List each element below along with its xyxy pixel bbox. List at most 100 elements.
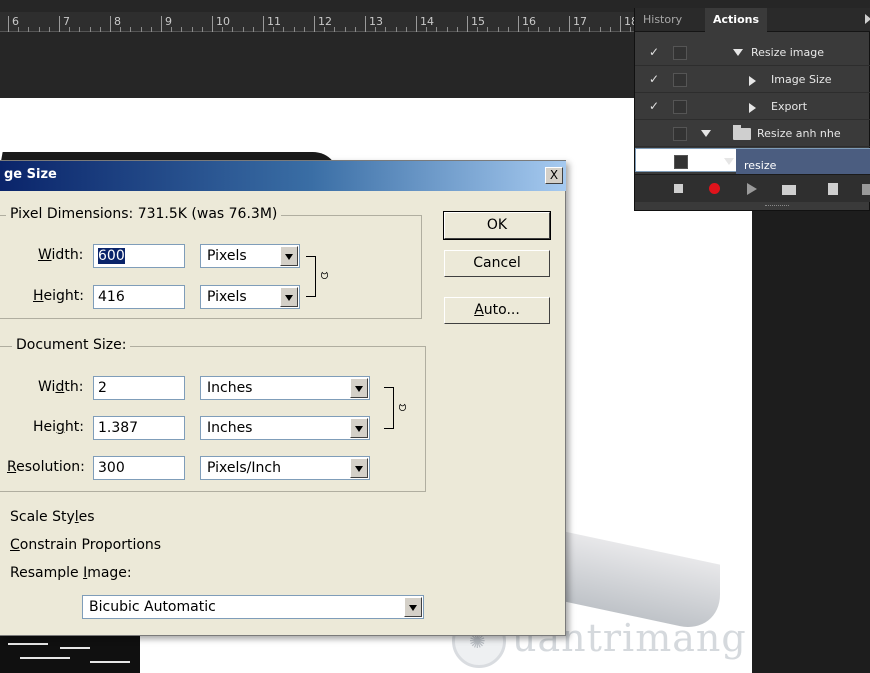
- dropdown-arrow-icon[interactable]: [280, 246, 298, 266]
- panel-tabs: History Actions: [635, 8, 870, 32]
- dialog-toggle-box[interactable]: [674, 155, 688, 169]
- expand-right-icon[interactable]: [749, 103, 756, 113]
- ruler-minor-tick: [507, 27, 509, 32]
- action-step-image-size[interactable]: ✓ Image Size: [635, 67, 870, 93]
- play-icon[interactable]: [743, 181, 759, 197]
- ruler-minor-tick: [334, 27, 336, 32]
- ruler-minor-tick: [69, 27, 71, 32]
- toggle-check-icon[interactable]: ✓: [649, 45, 661, 59]
- ruler-major-tick: [110, 16, 111, 32]
- pixel-dimensions-label: Pixel Dimensions: 731.5K (was 76.3M): [6, 206, 282, 222]
- dropdown-arrow-icon[interactable]: [350, 418, 368, 438]
- action-step-export[interactable]: ✓ Export: [635, 94, 870, 120]
- resample-method-select[interactable]: Bicubic Automatic: [82, 595, 424, 619]
- ruler-minor-tick: [242, 27, 244, 32]
- ruler-major-tick: [569, 16, 570, 32]
- doc-height-unit-select[interactable]: Inches: [200, 416, 370, 440]
- document-size-label: Document Size:: [12, 337, 131, 353]
- tab-actions[interactable]: Actions: [705, 8, 767, 32]
- action-label: Resize image: [751, 46, 825, 59]
- scale-styles-checkbox[interactable]: Scale Styles: [10, 509, 95, 525]
- expand-right-icon[interactable]: [749, 76, 756, 86]
- tab-history[interactable]: History: [635, 8, 690, 32]
- ruler-minor-tick: [477, 27, 479, 32]
- folder-icon[interactable]: [781, 181, 797, 197]
- ruler-minor-tick: [630, 27, 632, 32]
- ruler-major-tick: [620, 16, 621, 32]
- action-set-resize-anh-nhe[interactable]: Resize anh nhe: [635, 121, 870, 147]
- action-resize-selected[interactable]: resize: [635, 148, 870, 175]
- ruler-minor-tick: [456, 27, 458, 32]
- toggle-check-icon[interactable]: ✓: [649, 99, 661, 113]
- ruler-minor-tick: [89, 27, 91, 32]
- resample-image-checkbox[interactable]: Resample Image:: [10, 565, 132, 581]
- action-set-resize-image[interactable]: ✓ Resize image: [635, 40, 870, 66]
- pixel-height-input[interactable]: 416: [93, 285, 185, 309]
- dialog-toggle-box[interactable]: [673, 100, 687, 114]
- ruler-minor-tick: [232, 27, 234, 32]
- ruler-major-tick: [416, 16, 417, 32]
- ruler-minor-tick: [538, 27, 540, 32]
- ruler-minor-tick: [609, 27, 611, 32]
- panel-menu-icon[interactable]: [865, 14, 870, 24]
- doc-link-bracket: [384, 387, 394, 429]
- pixel-width-input[interactable]: 600: [93, 244, 185, 268]
- doc-height-input[interactable]: 1.387: [93, 416, 185, 440]
- ruler-minor-tick: [273, 27, 275, 32]
- ruler-minor-tick: [283, 27, 285, 32]
- dialog-toggle-box[interactable]: [673, 73, 687, 87]
- record-icon[interactable]: [707, 181, 723, 197]
- ruler-minor-tick: [201, 27, 203, 32]
- photoshop-workspace: 6 7 8 9 10 11 12 13 14 15 16 17 18 ✺ uantrimang Hist…: [0, 0, 870, 673]
- dropdown-arrow-icon[interactable]: [280, 287, 298, 307]
- dropdown-arrow-icon[interactable]: [350, 458, 368, 478]
- ruler-minor-tick: [140, 27, 142, 32]
- pixel-width-unit-select[interactable]: Pixels: [200, 244, 300, 268]
- delete-icon[interactable]: [859, 181, 870, 197]
- resolution-input[interactable]: 300: [93, 456, 185, 480]
- image-size-dialog: ge Size X Pixel Dimensions: 731.5K (was …: [0, 160, 566, 636]
- dropdown-arrow-icon[interactable]: [404, 597, 422, 617]
- expand-down-icon[interactable]: [724, 158, 734, 165]
- stop-icon[interactable]: [671, 181, 687, 197]
- ruler-minor-tick: [252, 27, 254, 32]
- cancel-button[interactable]: Cancel: [444, 250, 550, 277]
- dialog-titlebar[interactable]: ge Size X: [0, 161, 566, 191]
- ruler-minor-tick: [181, 27, 183, 32]
- new-action-icon[interactable]: [825, 181, 841, 197]
- doc-width-input[interactable]: 2: [93, 376, 185, 400]
- toggle-check-icon[interactable]: ✓: [649, 72, 661, 86]
- ruler-minor-tick: [558, 27, 560, 32]
- panel-footer: [635, 174, 870, 202]
- constrain-proportions-checkbox[interactable]: Constrain Proportions: [10, 537, 161, 553]
- pixel-height-unit-select[interactable]: Pixels: [200, 285, 300, 309]
- ruler-minor-tick: [79, 27, 81, 32]
- dropdown-arrow-icon[interactable]: [350, 378, 368, 398]
- ruler-major-tick: [59, 16, 60, 32]
- dialog-toggle-box[interactable]: [673, 46, 687, 60]
- resolution-unit-select[interactable]: Pixels/Inch: [200, 456, 370, 480]
- ruler-minor-tick: [99, 27, 101, 32]
- action-label: Image Size: [771, 73, 832, 86]
- close-button[interactable]: X: [545, 167, 563, 184]
- dialog-toggle-box[interactable]: [673, 127, 687, 141]
- ruler-minor-tick: [589, 27, 591, 32]
- resize-grip[interactable]: [765, 205, 789, 207]
- ruler-minor-tick: [48, 27, 50, 32]
- ruler-minor-tick: [395, 27, 397, 32]
- ruler-major-tick: [212, 16, 213, 32]
- expand-down-icon[interactable]: [701, 130, 711, 137]
- laptop-keyboard-image: [0, 633, 140, 673]
- doc-width-unit-select[interactable]: Inches: [200, 376, 370, 400]
- pixel-link-bracket: [306, 256, 316, 297]
- ok-button[interactable]: OK: [443, 211, 551, 240]
- horizontal-ruler[interactable]: 6 7 8 9 10 11 12 13 14 15 16 17 18: [0, 12, 640, 32]
- ruler-minor-tick: [426, 27, 428, 32]
- dialog-title: ge Size: [4, 167, 57, 182]
- expand-down-icon[interactable]: [733, 49, 743, 56]
- ruler-minor-tick: [303, 27, 305, 32]
- auto-button[interactable]: Auto...: [444, 297, 550, 324]
- ruler-minor-tick: [375, 27, 377, 32]
- ruler-minor-tick: [579, 27, 581, 32]
- ruler-minor-tick: [497, 27, 499, 32]
